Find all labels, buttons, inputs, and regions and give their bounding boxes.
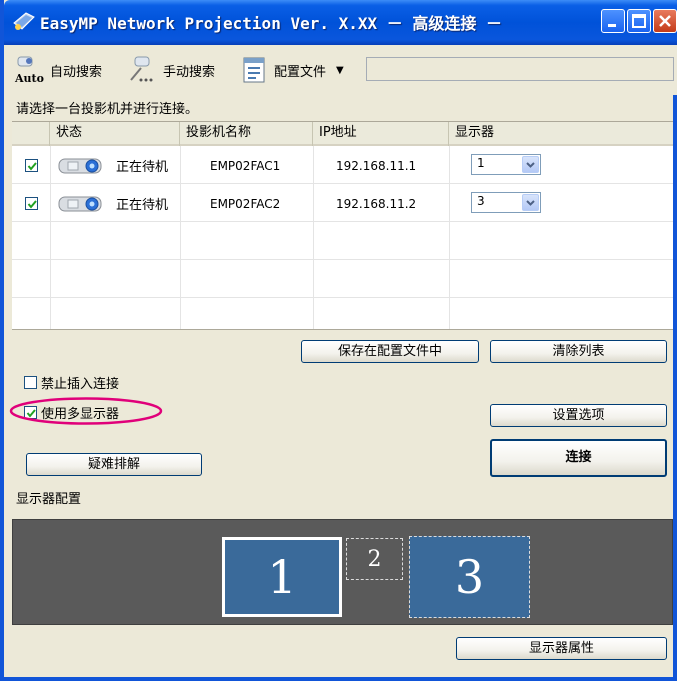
set-options-button[interactable]: 设置选项 xyxy=(490,404,667,427)
toolbar: Auto 自动搜索 手动搜索 配置文件 ▼ xyxy=(8,45,677,95)
close-icon xyxy=(659,15,671,27)
header-display[interactable]: 显示器 xyxy=(449,122,673,146)
highlight-ellipse xyxy=(9,397,163,425)
manual-search-label: 手动搜索 xyxy=(163,64,216,80)
header-checkbox-column xyxy=(12,122,50,146)
connect-button[interactable]: 连接 xyxy=(490,439,667,477)
monitor-1-number: 1 xyxy=(267,550,297,604)
profile-path-field[interactable] xyxy=(366,57,674,81)
instruction-text: 请选择一台投影机并进行连接。 xyxy=(16,102,199,117)
row-display-value: 1 xyxy=(477,156,485,170)
check-icon xyxy=(27,162,37,171)
minimize-icon xyxy=(608,24,616,27)
row-display-select[interactable]: 1 xyxy=(471,154,541,175)
maximize-button[interactable] xyxy=(627,9,651,33)
row-projector-name: EMP02FAC2 xyxy=(210,197,281,211)
monitor-3[interactable]: 3 xyxy=(409,536,530,618)
projector-list: 状态 投影机名称 IP地址 显示器 正在待机 EMP02FAC1 192.168… xyxy=(12,121,673,330)
table-row-empty xyxy=(12,222,673,260)
profile-label: 配置文件 xyxy=(274,64,327,80)
profile-document-icon xyxy=(243,57,265,83)
close-button[interactable] xyxy=(653,9,677,33)
auto-search-label: 自动搜索 xyxy=(50,64,103,80)
disable-interrupt-label: 禁止插入连接 xyxy=(41,377,120,392)
manual-search-icon xyxy=(130,56,153,82)
header-projector-name[interactable]: 投影机名称 xyxy=(180,122,313,146)
row-checkbox[interactable] xyxy=(25,197,38,210)
table-row[interactable]: 正在待机 EMP02FAC1 192.168.11.1 1 xyxy=(12,146,673,184)
disable-interrupt-checkbox[interactable] xyxy=(24,376,37,389)
auto-search-icon-label: Auto xyxy=(14,72,44,85)
monitor-2[interactable]: 2 xyxy=(346,538,403,580)
auto-search-icon: Auto xyxy=(14,56,44,85)
projector-icon xyxy=(58,196,102,212)
monitor-3-number: 3 xyxy=(454,550,485,604)
chevron-down-icon[interactable] xyxy=(522,194,539,211)
check-icon xyxy=(27,200,37,209)
header-ip-address[interactable]: IP地址 xyxy=(313,122,449,146)
row-display-select[interactable]: 3 xyxy=(471,192,541,213)
row-checkbox[interactable] xyxy=(25,159,38,172)
app-icon xyxy=(13,12,35,30)
row-projector-name: EMP02FAC1 xyxy=(210,159,281,173)
list-header: 状态 投影机名称 IP地址 显示器 xyxy=(12,122,673,146)
disable-interrupt-option[interactable]: 禁止插入连接 xyxy=(24,373,119,392)
save-to-profile-button[interactable]: 保存在配置文件中 xyxy=(301,340,479,363)
divider xyxy=(12,329,673,330)
display-properties-button[interactable]: 显示器属性 xyxy=(456,637,667,660)
display-layout-area: 1 2 3 xyxy=(12,519,673,625)
table-row-empty xyxy=(12,260,673,298)
maximize-icon xyxy=(632,14,646,28)
dropdown-arrow-icon[interactable]: ▼ xyxy=(336,65,344,76)
troubleshoot-button[interactable]: 疑难排解 xyxy=(26,453,202,476)
app-window: EasyMP Network Projection Ver. X.XX － 高级… xyxy=(0,0,677,681)
header-status[interactable]: 状态 xyxy=(50,122,180,146)
auto-search-button[interactable]: Auto 自动搜索 xyxy=(14,53,102,87)
row-ip-address: 192.168.11.1 xyxy=(336,159,417,173)
display-config-label: 显示器配置 xyxy=(16,492,82,507)
profile-button[interactable]: 配置文件 ▼ xyxy=(240,53,344,87)
title-bar[interactable]: EasyMP Network Projection Ver. X.XX － 高级… xyxy=(4,0,677,45)
monitor-2-number: 2 xyxy=(367,546,382,572)
table-row-empty xyxy=(12,298,673,330)
window-title: EasyMP Network Projection Ver. X.XX － 高级… xyxy=(40,14,503,33)
table-row[interactable]: 正在待机 EMP02FAC2 192.168.11.2 3 xyxy=(12,184,673,222)
minimize-button[interactable] xyxy=(601,9,625,33)
row-display-value: 3 xyxy=(477,194,485,208)
row-status: 正在待机 xyxy=(116,198,169,213)
row-status: 正在待机 xyxy=(116,160,169,175)
chevron-down-icon[interactable] xyxy=(522,156,539,173)
clear-list-button[interactable]: 清除列表 xyxy=(490,340,667,363)
projector-icon xyxy=(58,158,102,174)
monitor-1[interactable]: 1 xyxy=(222,537,342,617)
row-ip-address: 192.168.11.2 xyxy=(336,197,417,211)
manual-search-button[interactable]: 手动搜索 xyxy=(127,53,215,87)
